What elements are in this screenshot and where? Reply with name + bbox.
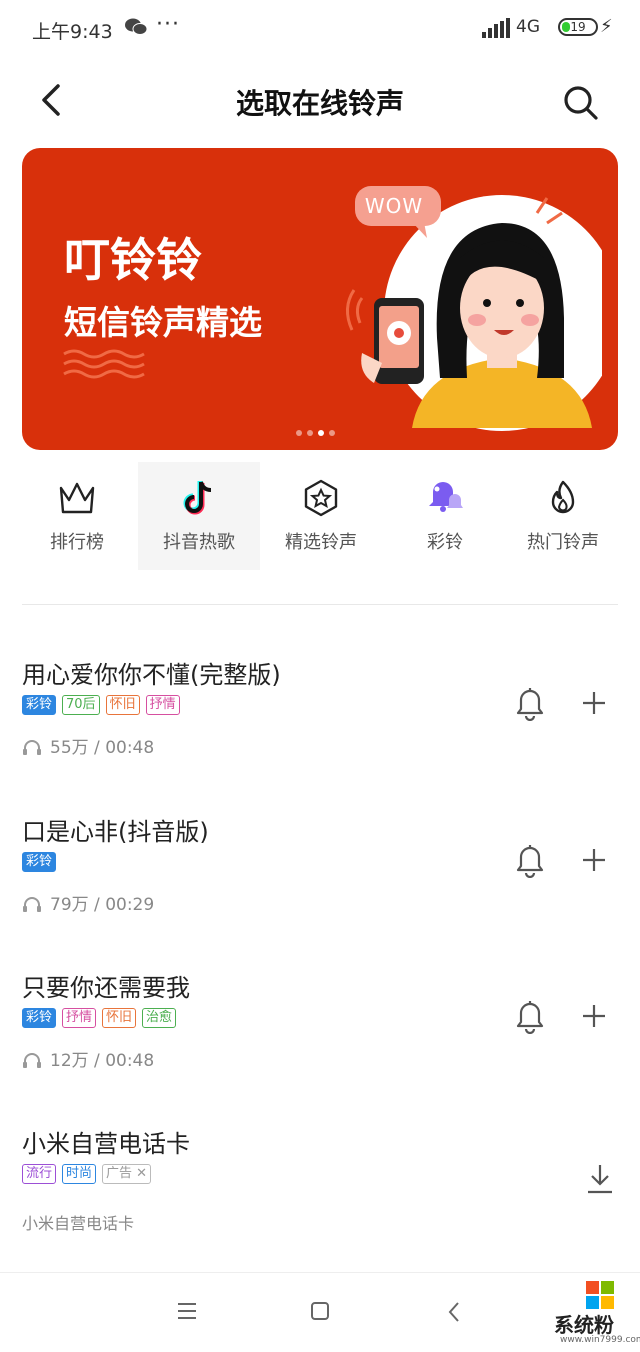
divider [22,604,618,605]
color-bell-icon [429,482,463,512]
charging-icon: ⚡ [600,16,613,37]
song-title: 只要你还需要我 [22,974,190,1002]
category-hot[interactable]: 热门铃声 [502,462,624,570]
watermark-url: www.win7999.com [560,1335,640,1345]
song-meta: 55万 / 00:48 [22,733,154,758]
song-meta: 12万 / 00:48 [22,1046,154,1071]
tag-badge: 彩铃 [22,1008,57,1028]
category-ranking[interactable]: 排行榜 [16,462,138,570]
ad-list-item[interactable]: 小米自营电话卡 流行 时尚 广告 ✕ 小米自营电话卡 [0,1124,640,1274]
page-dot-active [318,430,324,436]
category-featured[interactable]: 精选铃声 [260,462,382,570]
play-count: 55万 [50,738,89,758]
status-bar: 上午9:43 ··· 4G 19 ⚡ [0,0,640,56]
category-label: 热门铃声 [527,532,599,553]
ad-close-badge[interactable]: 广告 ✕ [102,1164,152,1184]
tag-badge: 怀旧 [105,695,140,715]
list-item[interactable]: 只要你还需要我 彩铃 抒情 怀旧 治愈 12万 / 00:48 [0,968,640,1118]
page-dot [307,430,313,436]
play-count: 79万 [50,895,89,915]
tag-badge: 抒情 [62,1008,97,1028]
list-item[interactable]: 口是心非(抖音版) 彩铃 79万 / 00:29 [0,812,640,962]
add-icon[interactable] [580,689,608,717]
headphones-icon [23,740,41,755]
tag-badge: 彩铃 [22,852,57,872]
nav-back-icon[interactable] [446,1301,462,1323]
category-nav: 排行榜 抖音热歌 精选铃声 彩铃 热门铃声 [0,462,640,572]
set-ringtone-bell-icon[interactable] [514,685,546,721]
windows-logo-icon [586,1281,614,1309]
tag-badge: 70后 [62,695,100,715]
play-count: 12万 [50,1051,89,1071]
banner-page-indicator [296,430,346,438]
add-icon[interactable] [580,846,608,874]
tag-badge: 怀旧 [102,1008,137,1028]
ad-title: 小米自营电话卡 [22,1130,190,1158]
tag-list: 彩铃 抒情 怀旧 治愈 [22,1008,182,1030]
add-icon[interactable] [580,1002,608,1030]
headphones-icon [23,897,41,912]
ad-subtitle: 小米自营电话卡 [22,1214,135,1233]
star-badge-icon [304,479,338,517]
category-color-ringtone[interactable]: 彩铃 [384,462,506,570]
tag-badge: 流行 [22,1164,57,1184]
tag-badge: 治愈 [142,1008,177,1028]
search-icon[interactable] [560,82,600,122]
tag-list: 彩铃 [22,852,62,874]
tag-badge: 彩铃 [22,695,57,715]
category-label: 彩铃 [427,532,463,553]
page-dot [296,430,302,436]
tag-list: 彩铃 70后 怀旧 抒情 [22,695,186,717]
song-title: 口是心非(抖音版) [22,818,209,846]
download-icon[interactable] [584,1162,616,1196]
song-meta: 79万 / 00:29 [22,890,154,915]
song-duration: 00:48 [105,1051,155,1071]
flame-icon [551,480,575,514]
banner-title: 叮铃铃 [64,233,202,287]
tag-badge: 抒情 [145,695,180,715]
wechat-icon [125,18,148,35]
wave-decoration [63,349,145,379]
category-label: 抖音热歌 [163,532,235,553]
song-title: 用心爱你你不懂(完整版) [22,661,281,689]
crown-icon [59,482,95,514]
list-item[interactable]: 用心爱你你不懂(完整版) 彩铃 70后 怀旧 抒情 55万 / 00:48 [0,655,640,805]
page-dot [329,430,335,436]
song-duration: 00:29 [105,895,155,915]
system-nav-bar: 系统粉 www.win7999.com [0,1272,640,1352]
category-douyin[interactable]: 抖音热歌 [138,462,260,570]
page-title: 选取在线铃声 [235,87,404,120]
set-ringtone-bell-icon[interactable] [514,998,546,1034]
more-notifications-icon: ··· [156,12,180,37]
meta-separator: / [94,1051,100,1071]
song-duration: 00:48 [105,738,155,758]
banner-bubble-text: WOW [364,194,424,218]
banner-subtitle: 短信铃声精选 [64,303,262,342]
status-time: 上午9:43 [32,21,113,43]
category-label: 排行榜 [50,532,104,553]
network-type: 4G [516,17,540,37]
header: 选取在线铃声 [0,66,640,136]
meta-separator: / [94,895,100,915]
promo-banner[interactable]: 叮铃铃 短信铃声精选 WOW [22,148,618,450]
menu-icon[interactable] [176,1301,198,1321]
battery-level: 19 [570,20,586,34]
category-label: 精选铃声 [285,532,357,553]
tag-badge: 时尚 [62,1164,97,1184]
set-ringtone-bell-icon[interactable] [514,842,546,878]
home-icon[interactable] [310,1301,330,1321]
headphones-icon [23,1053,41,1068]
tag-list: 流行 时尚 广告 ✕ [22,1164,157,1186]
tiktok-icon [183,481,212,515]
meta-separator: / [94,738,100,758]
battery-icon: 19 [558,18,598,36]
watermark: 系统粉 www.win7999.com [550,1279,640,1349]
signal-icon [482,18,510,38]
watermark-text: 系统粉 [554,1313,614,1337]
